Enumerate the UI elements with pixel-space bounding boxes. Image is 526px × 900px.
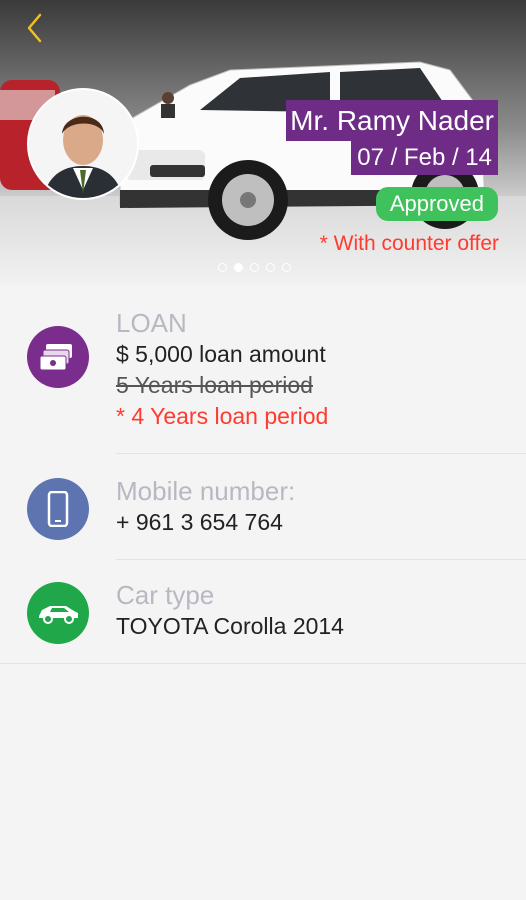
avatar xyxy=(27,88,139,200)
car-icon xyxy=(39,606,78,624)
applicant-name: Mr. Ramy Nader xyxy=(286,100,498,141)
car-icon-circle xyxy=(27,582,89,644)
mobile-value: + 961 3 654 764 xyxy=(116,509,283,535)
chevron-left-icon xyxy=(27,13,42,43)
applicant-info: Mr. Ramy Nader 07 / Feb / 14 xyxy=(286,100,498,175)
carousel-dot[interactable] xyxy=(282,263,291,272)
counter-offer-note: * With counter offer xyxy=(319,232,499,255)
carousel-dot[interactable] xyxy=(250,263,259,272)
loan-amount: $ 5,000 loan amount xyxy=(116,341,326,367)
mobile-label: Mobile number: xyxy=(116,476,296,506)
loan-label: LOAN xyxy=(116,308,187,338)
back-button[interactable] xyxy=(22,12,50,44)
car-type-value: TOYOTA Corolla 2014 xyxy=(116,613,344,639)
counter-loan-period: * 4 Years loan period xyxy=(116,403,329,429)
divider xyxy=(0,663,526,664)
smartphone-icon xyxy=(47,491,69,527)
mobile-section: Mobile number: + 961 3 654 764 xyxy=(0,454,526,560)
carousel-dot[interactable] xyxy=(266,263,275,272)
loan-section: LOAN $ 5,000 loan amount 5 Years loan pe… xyxy=(0,286,526,454)
hero-banner: Mr. Ramy Nader 07 / Feb / 14 Approved * … xyxy=(0,0,526,286)
carousel-dot[interactable] xyxy=(218,263,227,272)
car-type-label: Car type xyxy=(116,580,215,610)
carousel-dot-active[interactable] xyxy=(234,263,243,272)
money-stack-icon xyxy=(40,344,72,371)
car-section: Car type TOYOTA Corolla 2014 xyxy=(0,560,526,664)
mobile-icon-circle xyxy=(27,478,89,540)
carousel-indicator xyxy=(218,263,291,272)
loan-icon-circle xyxy=(27,326,89,388)
original-loan-period: 5 Years loan period xyxy=(116,372,313,398)
application-date: 07 / Feb / 14 xyxy=(351,141,498,175)
status-badge: Approved xyxy=(375,187,498,221)
